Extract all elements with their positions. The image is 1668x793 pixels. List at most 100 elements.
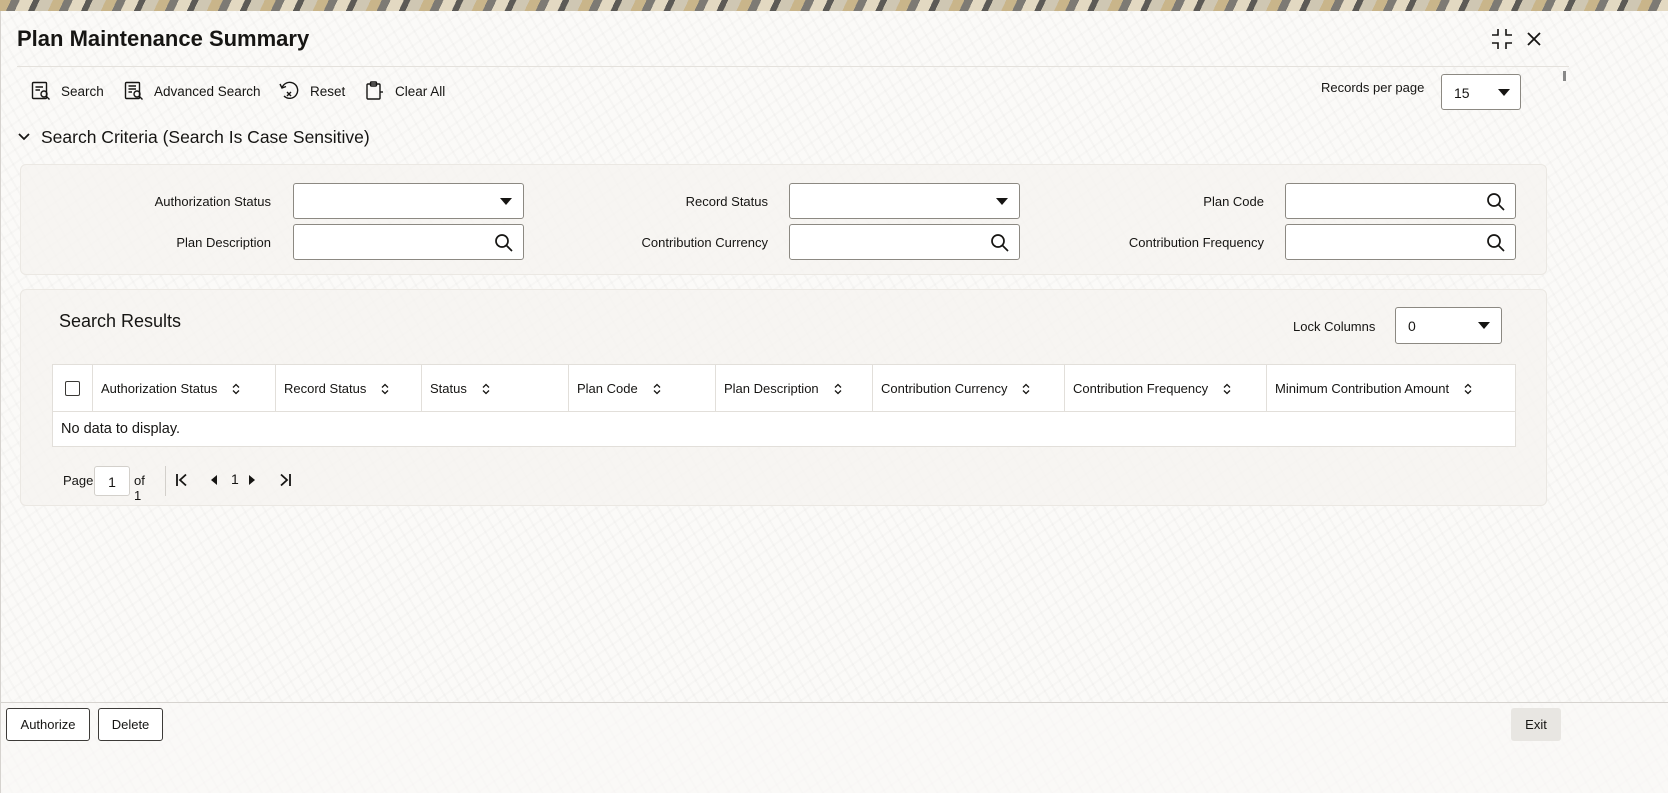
search-criteria-toggle[interactable]: Search Criteria (Search Is Case Sensitiv… <box>17 123 370 151</box>
column-header-label: Contribution Currency <box>881 381 1008 396</box>
records-per-page-value: 15 <box>1454 85 1470 101</box>
column-header-label: Status <box>430 381 467 396</box>
sort-icon <box>1464 383 1472 394</box>
sort-icon <box>653 383 661 394</box>
footer-bar: Authorize Delete Exit <box>1 702 1668 793</box>
previous-page-icon <box>211 475 217 485</box>
close-icon <box>1527 32 1541 46</box>
first-page-icon <box>176 473 187 487</box>
sort-icon <box>1022 383 1030 394</box>
search-icon[interactable] <box>1486 233 1506 253</box>
column-header-plan-code[interactable]: Plan Code <box>569 365 716 412</box>
clipboard-icon <box>366 81 383 100</box>
column-header-contribution-frequency[interactable]: Contribution Frequency <box>1065 365 1267 412</box>
search-results-panel: Search Results Lock Columns 0 Authorizat… <box>20 289 1547 506</box>
column-header-label: Contribution Frequency <box>1073 381 1209 396</box>
plan-description-input[interactable] <box>293 224 524 260</box>
chevron-down-icon <box>18 133 30 141</box>
summary-window: Plan Maintenance Summary Search Advanced… <box>0 11 1668 793</box>
sort-icon <box>381 383 389 394</box>
reset-label: Reset <box>310 83 346 99</box>
clear-all-label: Clear All <box>395 83 446 99</box>
plan-description-label: Plan Description <box>176 235 271 250</box>
first-page-button[interactable] <box>175 468 189 492</box>
authorization-status-label: Authorization Status <box>154 194 271 209</box>
advanced-search-label: Advanced Search <box>154 83 261 99</box>
clear-all-button[interactable]: Clear All <box>365 74 445 108</box>
contribution-frequency-label: Contribution Frequency <box>1128 235 1264 250</box>
results-table: Authorization Status Record Status Statu… <box>52 364 1516 447</box>
record-status-label: Record Status <box>685 194 768 209</box>
authorization-status-select[interactable] <box>293 183 524 219</box>
search-criteria-panel: Authorization Status Record Status Plan … <box>20 164 1547 275</box>
contribution-frequency-input[interactable] <box>1285 224 1516 260</box>
column-header-status[interactable]: Status <box>422 365 569 412</box>
column-header-contribution-currency[interactable]: Contribution Currency <box>873 365 1065 412</box>
column-header-label: Minimum Contribution Amount <box>1275 381 1450 396</box>
sort-icon <box>1223 383 1231 394</box>
search-icon[interactable] <box>494 233 514 253</box>
chevron-down-icon <box>1478 322 1490 329</box>
record-status-select[interactable] <box>789 183 1020 219</box>
search-results-title: Search Results <box>59 311 182 331</box>
reset-icon <box>279 81 299 100</box>
search-icon[interactable] <box>1486 192 1506 212</box>
header-banner <box>0 0 1668 11</box>
select-all-cell <box>53 365 93 412</box>
exit-button[interactable]: Exit <box>1511 708 1561 741</box>
column-header-authorization-status[interactable]: Authorization Status <box>93 365 276 412</box>
column-header-label: Record Status <box>284 381 367 396</box>
contribution-currency-input[interactable] <box>789 224 1020 260</box>
column-header-label: Authorization Status <box>101 381 218 396</box>
title-divider <box>17 66 1569 67</box>
lock-columns-select[interactable]: 0 <box>1395 307 1502 344</box>
select-all-checkbox[interactable] <box>65 381 80 396</box>
table-header: Authorization Status Record Status Statu… <box>53 365 1515 412</box>
sort-icon <box>232 383 240 394</box>
page-number-input[interactable]: 1 <box>94 466 130 496</box>
page-label: Page <box>63 473 94 488</box>
maximize-button[interactable] <box>1488 25 1516 53</box>
sort-icon <box>834 383 842 394</box>
chevron-down-icon <box>1498 89 1510 96</box>
advanced-search-icon <box>124 81 143 100</box>
maximize-icon <box>1492 29 1512 49</box>
column-header-record-status[interactable]: Record Status <box>276 365 422 412</box>
page-count-label: of 1 <box>134 473 145 503</box>
authorize-button[interactable]: Authorize <box>6 708 90 741</box>
sort-icon <box>482 383 490 394</box>
page-title: Plan Maintenance Summary <box>17 26 310 51</box>
next-page-button[interactable] <box>247 468 257 492</box>
plan-code-input[interactable] <box>1285 183 1516 219</box>
last-page-button[interactable] <box>278 468 292 492</box>
records-per-page-label: Records per page <box>1321 80 1425 95</box>
search-button[interactable]: Search <box>31 74 104 108</box>
scrollbar-thumb[interactable] <box>1563 71 1566 81</box>
title-bar: Plan Maintenance Summary <box>1 11 1668 67</box>
column-header-label: Plan Code <box>577 381 638 396</box>
column-header-label: Plan Description <box>724 381 819 396</box>
chevron-down-icon <box>996 198 1008 205</box>
search-icon[interactable] <box>990 233 1010 253</box>
delete-button[interactable]: Delete <box>98 708 163 741</box>
column-header-plan-description[interactable]: Plan Description <box>716 365 873 412</box>
close-button[interactable] <box>1520 25 1548 53</box>
lock-columns-label: Lock Columns <box>1293 319 1376 334</box>
next-page-icon <box>249 475 255 485</box>
current-page-number[interactable]: 1 <box>231 471 239 487</box>
empty-message: No data to display. <box>61 421 181 437</box>
chevron-down-icon <box>500 198 512 205</box>
reset-button[interactable]: Reset <box>278 74 345 108</box>
pager-divider <box>165 466 166 496</box>
advanced-search-button[interactable]: Advanced Search <box>124 74 261 108</box>
plan-code-label: Plan Code <box>1203 194 1264 209</box>
column-header-minimum-contribution-amount[interactable]: Minimum Contribution Amount <box>1267 365 1515 412</box>
contribution-currency-label: Contribution Currency <box>641 235 768 250</box>
records-per-page-select[interactable]: 15 <box>1441 74 1521 110</box>
previous-page-button[interactable] <box>209 468 219 492</box>
last-page-icon <box>280 473 291 487</box>
search-button-label: Search <box>61 83 104 99</box>
search-doc-icon <box>31 81 50 100</box>
search-criteria-heading: Search Criteria (Search Is Case Sensitiv… <box>41 126 370 147</box>
lock-columns-value: 0 <box>1408 318 1416 334</box>
